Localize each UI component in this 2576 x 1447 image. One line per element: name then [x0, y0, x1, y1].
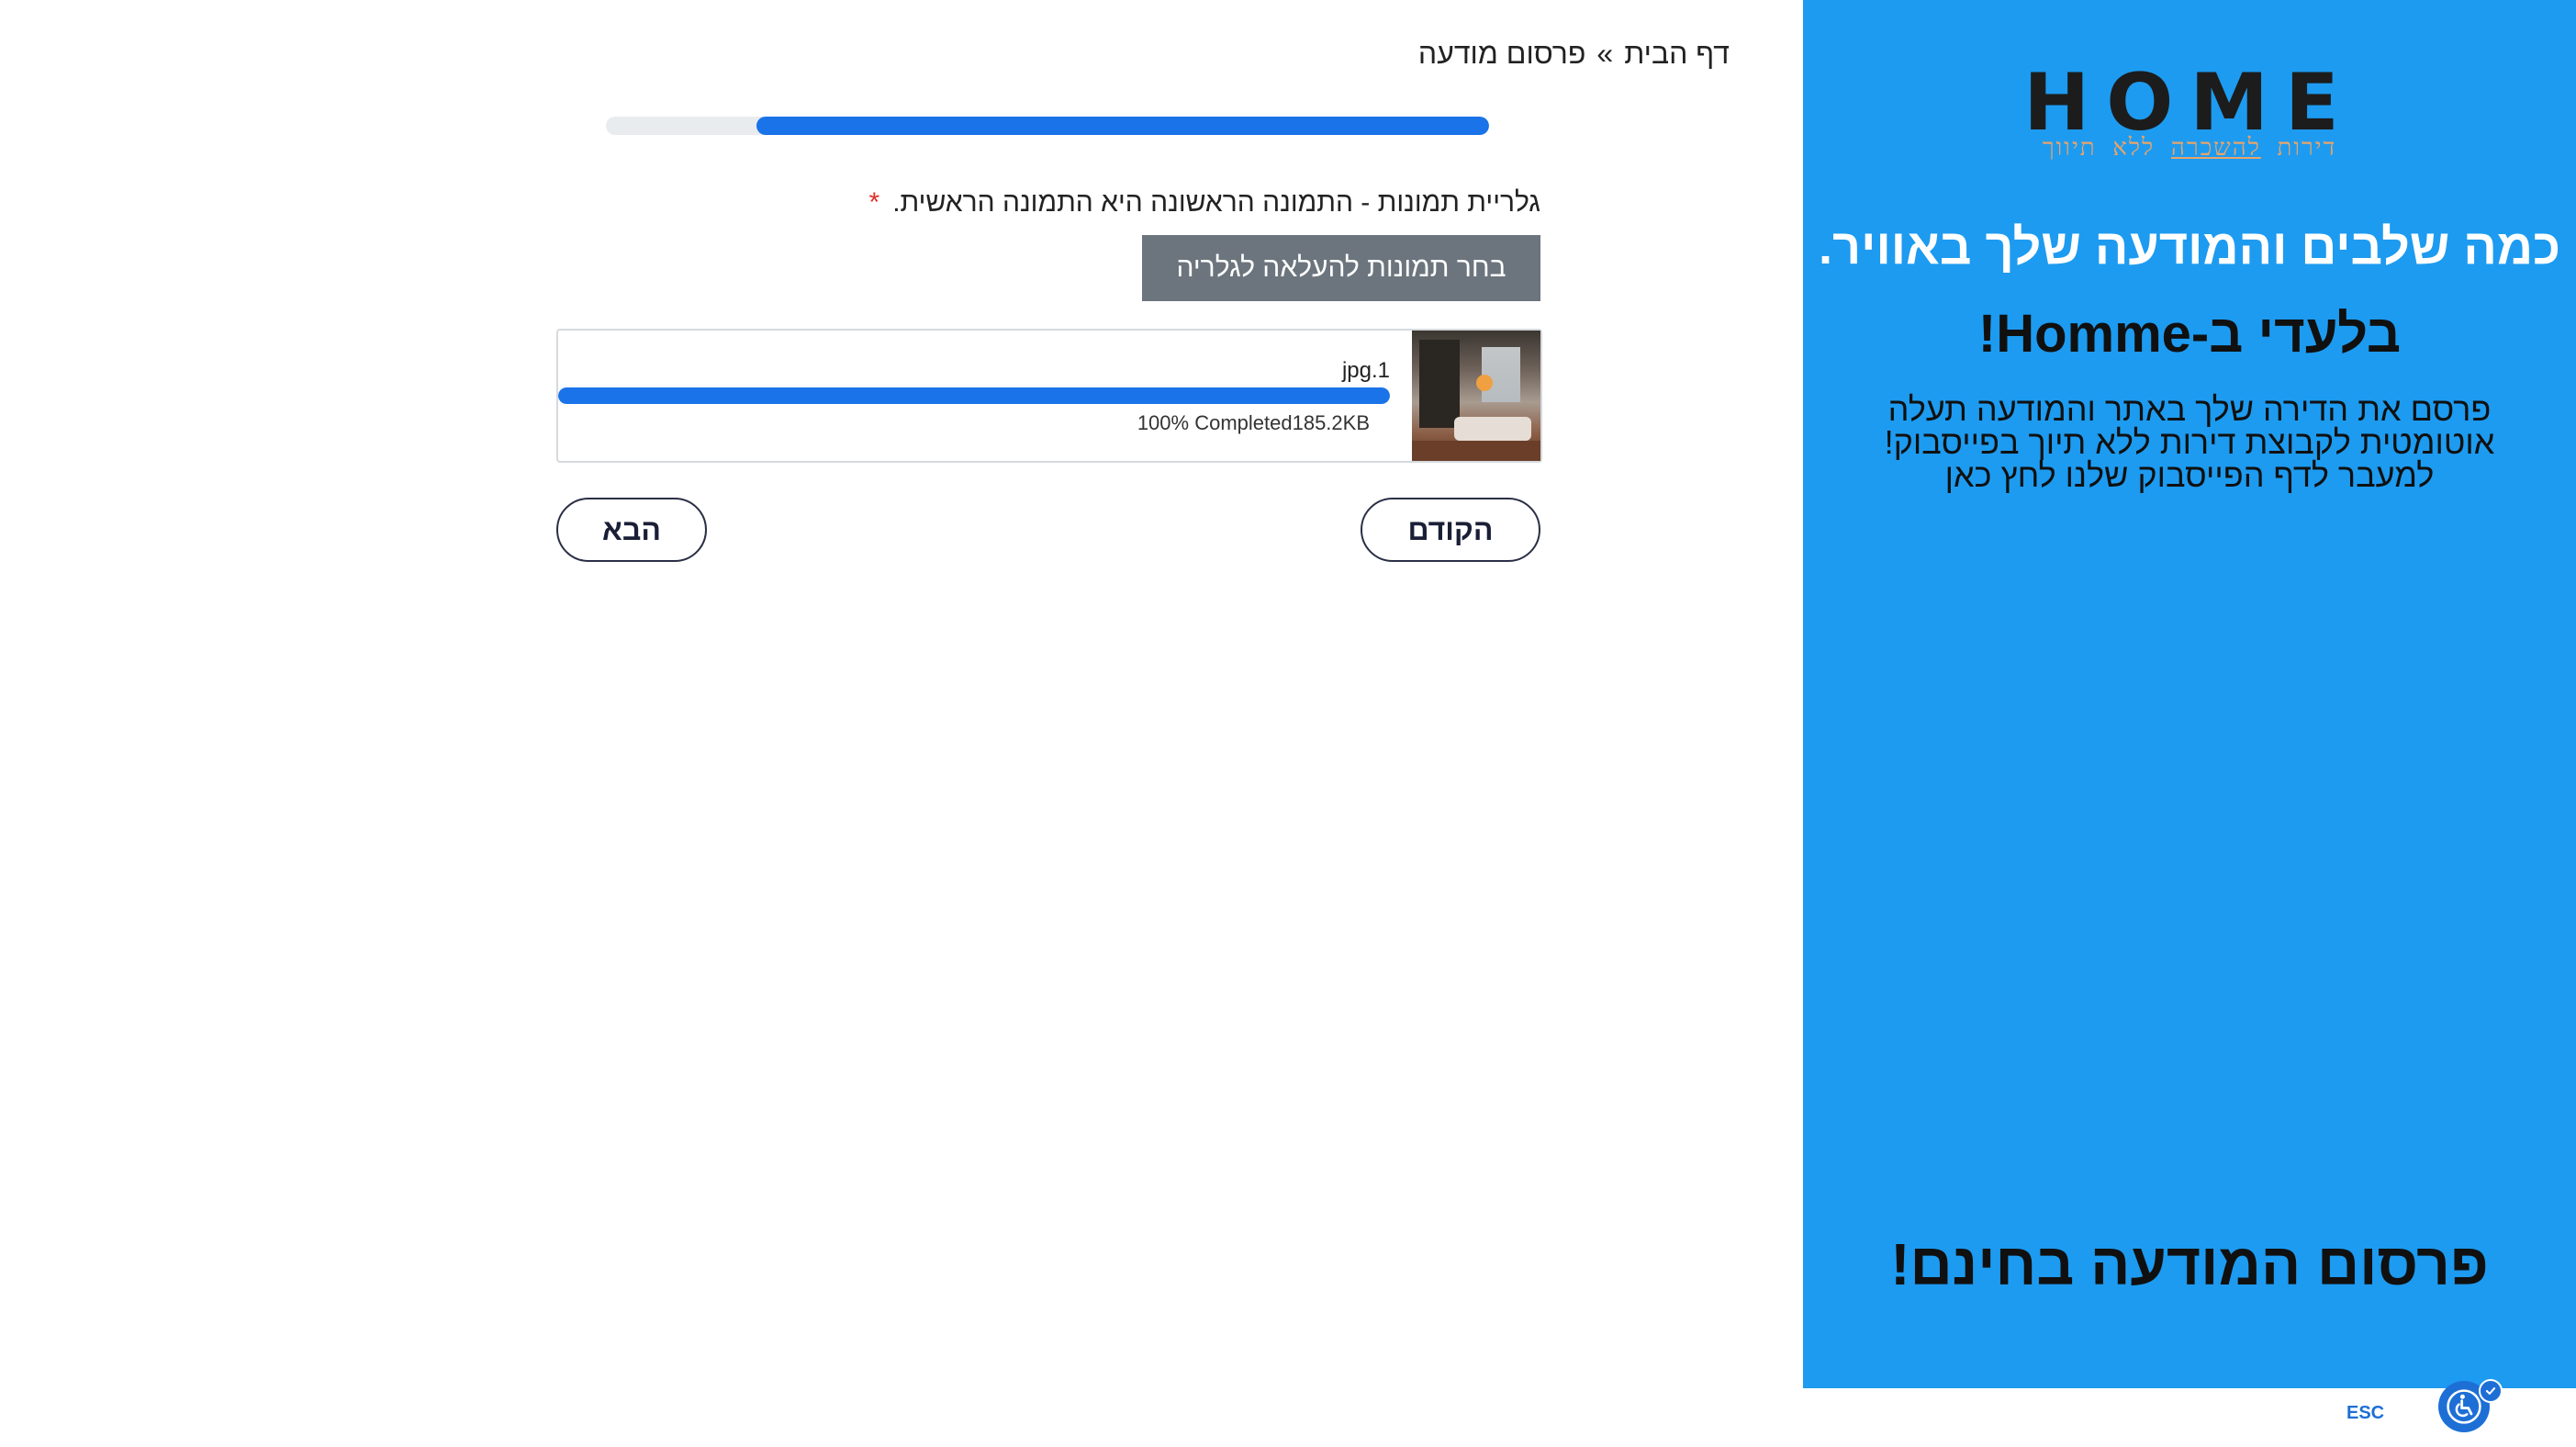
form-step-progress: [606, 117, 1489, 135]
previous-button[interactable]: הקודם: [1361, 498, 1540, 562]
esc-label[interactable]: ESC: [2346, 1403, 2384, 1424]
upload-progress-bar: [558, 387, 1390, 404]
breadcrumb: דף הבית » פרסום מודעה: [1418, 37, 1730, 71]
promo-line-2: אוטומטית לקבוצת דירות ללא תיוך בפייסבוק!: [1884, 423, 2495, 461]
facebook-page-link[interactable]: למעבר לדף הפייסבוק שלנו לחץ כאן: [1858, 459, 2521, 492]
promo-panel: HOME דירות להשכרה ללא תיווך כמה שלבים וה…: [1803, 0, 2576, 1388]
choose-images-button[interactable]: בחר תמונות להעלאה לגלריה: [1142, 235, 1540, 301]
gallery-label: גלריית תמונות - התמונה הראשונה היא התמונ…: [869, 187, 1540, 219]
file-meta: 100% Completed185.2KB: [1137, 411, 1390, 435]
promo-title: כמה שלבים והמודעה שלך באוויר.: [1819, 219, 2560, 275]
breadcrumb-home-link[interactable]: דף הבית: [1624, 37, 1730, 70]
gallery-label-text: גלריית תמונות - התמונה הראשונה היא התמונ…: [892, 187, 1540, 218]
logo-tagline-part2: להשכרה: [2170, 134, 2261, 162]
breadcrumb-separator: »: [1596, 37, 1614, 70]
logo-tagline-part3: ללא תיווך: [2042, 134, 2156, 162]
logo-tagline: דירות להשכרה ללא תיווך: [1803, 134, 2576, 162]
upload-status: 100% Completed: [1137, 411, 1293, 434]
next-button[interactable]: הבא: [556, 498, 707, 562]
promo-free-banner: פרסום המודעה בחינם!: [1890, 1231, 2489, 1297]
uploaded-file-card: jpg.1 100% Completed185.2KB: [556, 329, 1542, 463]
wheelchair-icon: [2447, 1389, 2481, 1424]
form-step-progress-fill: [756, 117, 1489, 135]
uploaded-image-thumbnail[interactable]: [1412, 331, 1540, 461]
required-mark: *: [868, 187, 880, 218]
upload-progress-fill: [558, 387, 1390, 404]
promo-body: פרסם את הדירה שלך באתר והמודעה תעלה אוטו…: [1858, 393, 2521, 492]
promo-subtitle: בלעדי ב-Homme!: [1977, 304, 2402, 364]
check-icon: [2479, 1379, 2503, 1403]
promo-line-1: פרסם את הדירה שלך באתר והמודעה תעלה: [1887, 390, 2492, 428]
file-name: jpg.1: [1341, 358, 1390, 383]
file-size: 185.2KB: [1292, 411, 1370, 434]
breadcrumb-current: פרסום מודעה: [1417, 37, 1586, 70]
logo-tagline-part1: דירות: [2277, 134, 2337, 162]
